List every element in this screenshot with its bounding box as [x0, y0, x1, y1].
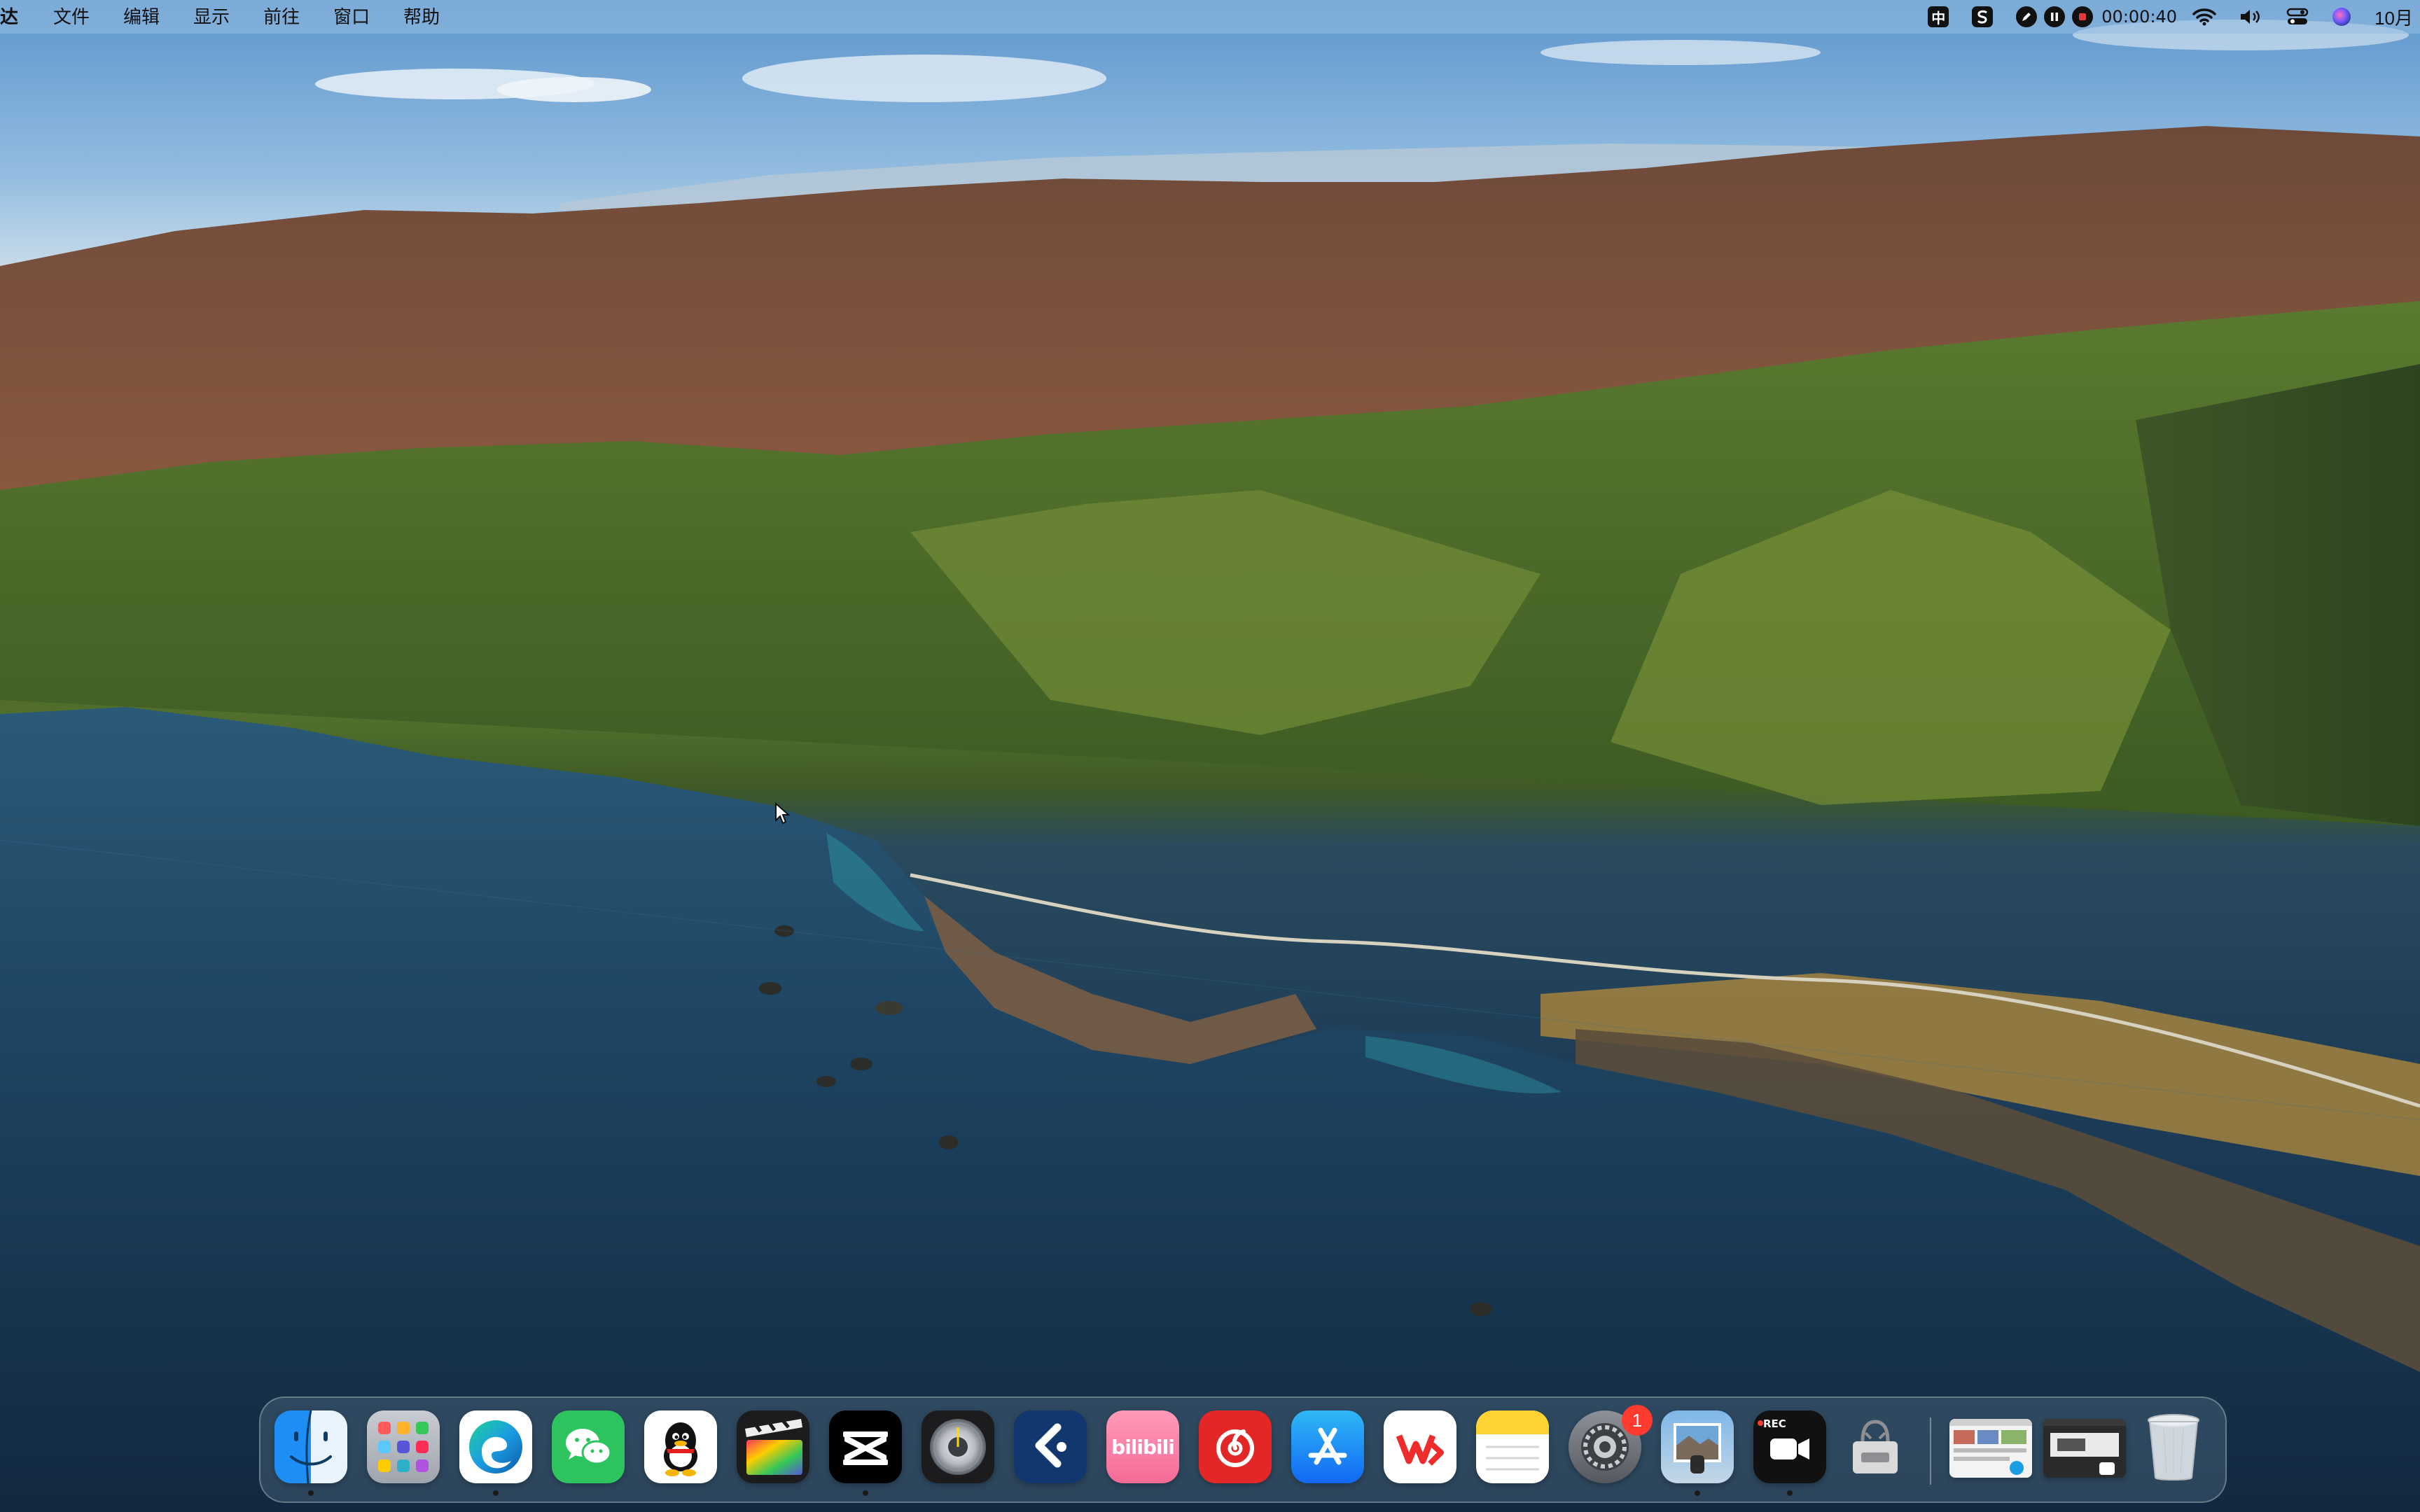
dock-separator	[1930, 1418, 1931, 1485]
siri-status[interactable]	[2331, 0, 2352, 34]
mouse-cursor-icon	[775, 802, 791, 825]
wps-icon	[1396, 1434, 1444, 1466]
dock: bilibili 1 REC	[259, 1396, 2227, 1503]
finder-icon	[290, 1410, 332, 1483]
dock-capcut[interactable]	[829, 1410, 902, 1483]
s-logo-icon	[1972, 6, 1994, 27]
dock-feishu[interactable]	[1014, 1410, 1087, 1483]
input-method-status[interactable]: 中	[1928, 0, 1949, 34]
running-indicator	[308, 1490, 314, 1496]
stop-recording-icon[interactable]	[2072, 6, 2094, 27]
dock-archive-utility[interactable]	[1839, 1410, 1912, 1483]
dock-trash[interactable]	[2137, 1410, 2210, 1483]
dock-qq[interactable]	[644, 1410, 717, 1483]
app-store-icon	[1308, 1427, 1347, 1465]
launchpad-icon	[378, 1422, 429, 1472]
running-indicator	[493, 1490, 499, 1496]
dock-logic[interactable]	[922, 1410, 994, 1483]
menu-app-name[interactable]: 达	[0, 0, 36, 34]
running-indicator	[1787, 1490, 1793, 1496]
dock-notes[interactable]	[1476, 1410, 1549, 1483]
window-thumbnail-icon	[2043, 1419, 2126, 1475]
volume-status[interactable]	[2239, 0, 2264, 34]
running-indicator	[1695, 1490, 1700, 1496]
menu-go[interactable]: 前往	[246, 0, 317, 34]
control-center-status[interactable]	[2286, 0, 2309, 34]
pause-icon[interactable]	[2044, 6, 2066, 27]
menu-help[interactable]: 帮助	[387, 0, 457, 34]
menu-file[interactable]: 文件	[36, 0, 106, 34]
menu-window[interactable]: 窗口	[317, 0, 387, 34]
clock-text: 10月	[2374, 7, 2413, 29]
control-center-icon	[2286, 8, 2309, 24]
final-cut-icon	[745, 1418, 802, 1475]
trash-icon	[2148, 1414, 2199, 1480]
pen-icon[interactable]	[2016, 6, 2038, 27]
menu-bar-status: 中 00:00:40 10月	[1917, 0, 2420, 34]
preview-icon	[1674, 1423, 1721, 1474]
running-indicator	[863, 1490, 868, 1496]
rec-label: REC	[1763, 1418, 1786, 1430]
wifi-status[interactable]	[2192, 0, 2216, 34]
netease-music-icon	[1216, 1429, 1254, 1467]
feishu-icon	[1035, 1423, 1066, 1468]
notes-icon	[1476, 1410, 1549, 1471]
recording-time: 00:00:40	[2101, 7, 2178, 27]
dock-screen-recorder[interactable]: REC	[1753, 1410, 1826, 1483]
dock-launchpad[interactable]	[367, 1410, 440, 1483]
desktop[interactable]: 达 文件 编辑 显示 前往 窗口 帮助 中 00:00:40 10月 bilib…	[0, 0, 2420, 1512]
menu-bar: 达 文件 编辑 显示 前往 窗口 帮助 中 00:00:40 10月	[0, 0, 2420, 34]
dock-recent-window-2[interactable]	[2043, 1419, 2126, 1478]
dock-wechat[interactable]	[552, 1410, 625, 1483]
archive-icon	[1853, 1420, 1898, 1474]
menu-view[interactable]: 显示	[176, 0, 246, 34]
volume-icon	[2241, 10, 2260, 24]
dock-preview[interactable]	[1661, 1410, 1734, 1483]
menu-bar-left: 达 文件 编辑 显示 前往 窗口 帮助	[0, 0, 457, 34]
wifi-icon	[2192, 8, 2216, 26]
window-thumbnail-icon	[1949, 1419, 2032, 1475]
menu-edit[interactable]: 编辑	[106, 0, 176, 34]
edge-icon	[469, 1420, 522, 1474]
dock-edge[interactable]	[459, 1410, 532, 1483]
dock-wps[interactable]	[1384, 1410, 1456, 1483]
wechat-icon	[566, 1429, 612, 1465]
qq-icon	[664, 1422, 697, 1476]
logic-icon	[930, 1419, 986, 1475]
sogou-status[interactable]	[1971, 0, 1994, 34]
notification-badge: 1	[1622, 1405, 1653, 1436]
siri-icon	[2332, 8, 2351, 26]
input-method-icon: 中	[1928, 6, 1949, 27]
dock-bilibili[interactable]: bilibili	[1106, 1410, 1179, 1483]
dock-final-cut[interactable]	[737, 1410, 809, 1483]
dock-app-store[interactable]	[1291, 1410, 1364, 1483]
screen-recorder-status[interactable]: 00:00:40	[2016, 0, 2177, 34]
dock-finder[interactable]	[274, 1410, 347, 1483]
wallpaper	[0, 0, 2420, 1512]
menu-clock[interactable]: 10月	[2374, 0, 2413, 34]
dock-recent-window-1[interactable]	[1949, 1419, 2032, 1478]
rec-dot	[1758, 1420, 1763, 1426]
bilibili-wordmark: bilibili	[1111, 1435, 1175, 1459]
capcut-icon	[843, 1432, 888, 1465]
dock-netease-music[interactable]	[1199, 1410, 1272, 1483]
